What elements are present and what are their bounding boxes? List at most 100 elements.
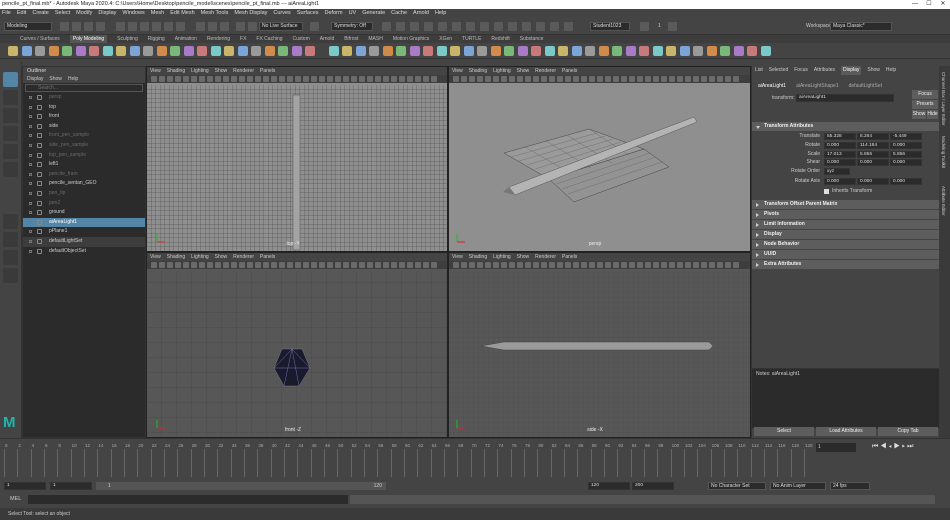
viewport-tool-icon[interactable]	[327, 262, 333, 268]
ae-tab[interactable]: defaultLightSet	[849, 81, 882, 91]
viewport-tool-icon[interactable]	[319, 76, 325, 82]
ae-menu-focus[interactable]: Focus	[794, 66, 808, 75]
viewport-tool-icon[interactable]	[669, 262, 675, 268]
viewport-menu-show[interactable]: Show	[517, 67, 530, 75]
shelf-tab[interactable]: FX Caching	[256, 35, 282, 43]
viewport-tool-icon[interactable]	[207, 76, 213, 82]
status-tool-icon[interactable]	[60, 22, 69, 31]
viewport-menu-lighting[interactable]: Lighting	[493, 253, 511, 261]
viewport-tool-icon[interactable]	[375, 76, 381, 82]
outliner-menu-display[interactable]: Display	[27, 76, 43, 82]
ae-menu-show[interactable]: Show	[867, 66, 880, 75]
viewport-tool-icon[interactable]	[263, 262, 269, 268]
ae-section[interactable]: Extra Attributes	[752, 260, 939, 269]
viewport-menu-panels[interactable]: Panels	[260, 253, 275, 261]
viewport-tool-icon[interactable]	[485, 76, 491, 82]
status-tool-icon[interactable]	[248, 22, 257, 31]
shelf-tab[interactable]: Bifrost	[344, 35, 358, 43]
viewport-tool-icon[interactable]	[597, 262, 603, 268]
outliner-item[interactable]: side	[23, 122, 145, 132]
shelf-tool-icon[interactable]	[571, 46, 582, 56]
ae-menu-selected[interactable]: Selected	[769, 66, 788, 75]
viewport-tool-icon[interactable]	[589, 76, 595, 82]
workspace-dropdown[interactable]: Maya Classic*	[830, 22, 892, 31]
symmetry-dropdown[interactable]: Symmetry: Off	[331, 22, 373, 31]
viewport-tool-icon[interactable]	[247, 262, 253, 268]
time-slider[interactable]: 0 2 4 6 8 10 12 14 16 18 20 22 24 26 28 30 32 34 36 38 40 42 4…	[0, 438, 950, 480]
inherits-checkbox[interactable]	[824, 189, 829, 194]
viewport-tool-icon[interactable]	[175, 76, 181, 82]
scale-tool-icon[interactable]	[3, 162, 18, 177]
rotate-tool-icon[interactable]	[3, 144, 18, 159]
viewport-menu-renderer[interactable]: Renderer	[233, 67, 254, 75]
outliner-item[interactable]: front_pen_sample	[23, 131, 145, 141]
ae-section[interactable]: Limit Information	[752, 220, 939, 229]
viewport-tool-icon[interactable]	[215, 76, 221, 82]
outliner-item[interactable]: pen2	[23, 199, 145, 209]
viewport-tool-icon[interactable]	[399, 262, 405, 268]
shelf-tool-icon[interactable]	[612, 46, 622, 56]
viewport-tool-icon[interactable]	[717, 76, 723, 82]
outliner-item[interactable]: persp	[23, 93, 145, 103]
viewport-tool-icon[interactable]	[359, 262, 365, 268]
outliner-item[interactable]: defaultLightSet	[23, 236, 145, 247]
viewport-menu-view[interactable]: View	[452, 67, 463, 75]
status-tool-icon[interactable]	[466, 22, 475, 31]
menu-windows[interactable]: Windows	[122, 9, 144, 18]
character-set-dropdown[interactable]: No Character Set	[708, 482, 766, 490]
viewport-tool-icon[interactable]	[597, 76, 603, 82]
viewport-tool-icon[interactable]	[725, 262, 731, 268]
menu-mesh-tools[interactable]: Mesh Tools	[201, 9, 229, 18]
viewport-tool-icon[interactable]	[183, 262, 189, 268]
viewport-tool-icon[interactable]	[485, 262, 491, 268]
status-tool-icon[interactable]	[220, 22, 229, 31]
viewport-tool-icon[interactable]	[335, 262, 341, 268]
shelf-tool-icon[interactable]	[305, 46, 315, 56]
viewport-tool-icon[interactable]	[407, 262, 413, 268]
attr-field[interactable]: 114.184	[857, 141, 889, 149]
shelf-tool-icon[interactable]	[463, 46, 474, 56]
playback-start-field[interactable]: 1	[50, 482, 92, 490]
menu-deform[interactable]: Deform	[325, 9, 343, 18]
shelf-tool-icon[interactable]	[62, 46, 72, 56]
status-tool-icon[interactable]	[452, 22, 461, 31]
menu-help[interactable]: Help	[435, 9, 446, 18]
attr-field[interactable]: 0.000	[824, 159, 856, 167]
viewport-tool-icon[interactable]	[263, 76, 269, 82]
ae-section[interactable]: Transform Offset Parent Matrix	[752, 200, 939, 209]
status-tool-icon[interactable]	[152, 22, 161, 31]
expand-icon[interactable]	[29, 220, 32, 224]
viewport-tool-icon[interactable]	[581, 76, 587, 82]
attr-field[interactable]: 8.264	[857, 133, 889, 140]
maximize-button[interactable]: ☐	[922, 0, 936, 9]
start-frame-field[interactable]: 1	[4, 482, 46, 490]
menu-generate[interactable]: Generate	[362, 9, 385, 18]
single-layout-icon[interactable]	[3, 214, 18, 229]
shelf-tool-icon[interactable]	[544, 46, 555, 56]
outliner-item[interactable]: pen_tip	[23, 189, 145, 199]
viewport-menu-lighting[interactable]: Lighting	[493, 67, 511, 75]
viewport-tool-icon[interactable]	[255, 262, 261, 268]
ae-menu-list[interactable]: List	[755, 66, 763, 75]
viewport-tool-icon[interactable]	[677, 76, 683, 82]
shelf-tab[interactable]: Motion Graphics	[393, 35, 429, 43]
outliner-menu-help[interactable]: Help	[68, 76, 78, 82]
expand-icon[interactable]	[29, 153, 32, 157]
shelf-tab[interactable]: Substance	[520, 35, 544, 43]
viewport-tool-icon[interactable]	[391, 262, 397, 268]
shelf-tool-icon[interactable]	[531, 46, 541, 56]
shelf-tool-icon[interactable]	[517, 46, 528, 56]
show-button[interactable]: Show	[912, 110, 926, 119]
viewport-side[interactable]: View Shading Lighting Show Renderer Panels si…	[448, 252, 751, 438]
viewport-tool-icon[interactable]	[549, 76, 555, 82]
side-layout-icon[interactable]	[3, 250, 18, 265]
outliner-item[interactable]: front	[23, 112, 145, 122]
attr-field[interactable]: 0.000	[890, 141, 922, 149]
viewport-tool-icon[interactable]	[271, 76, 277, 82]
shelf-tool-icon[interactable]	[116, 46, 126, 56]
viewport-tool-icon[interactable]	[327, 76, 333, 82]
expand-icon[interactable]	[29, 96, 32, 99]
status-tool-icon[interactable]	[208, 22, 217, 31]
viewport-tool-icon[interactable]	[303, 76, 309, 82]
shelf-tab[interactable]: Curves / Surfaces	[20, 35, 60, 43]
